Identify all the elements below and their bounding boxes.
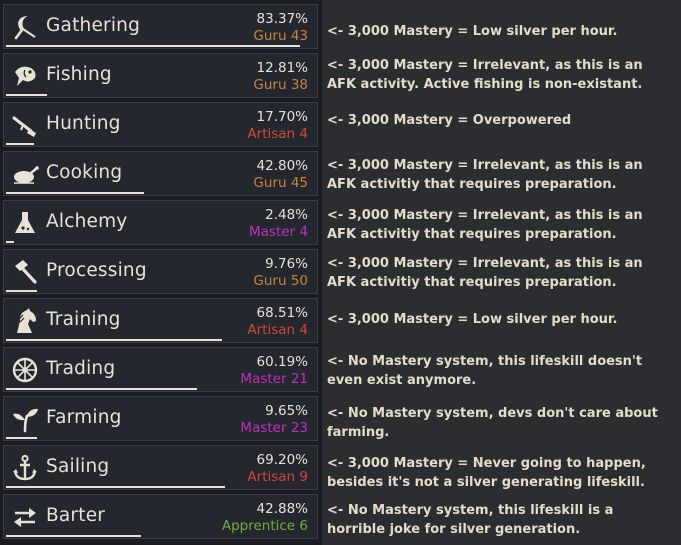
skill-rank: Guru 45 — [253, 175, 308, 191]
skill-name: Farming — [46, 407, 122, 428]
lifeskill-overview: Gathering 83.37% Guru 43 Fishing 12.81% … — [0, 0, 681, 545]
skill-note-farming: <- No Mastery system, devs don't care ab… — [327, 406, 658, 440]
skill-note-barter: <- No Mastery system, this lifeskill is … — [327, 503, 614, 537]
sprout-icon — [11, 405, 39, 433]
skill-progress-bar — [6, 241, 14, 243]
skill-rank: Guru 50 — [253, 273, 308, 289]
skill-progress-bar — [6, 192, 144, 194]
skill-progress-bar — [6, 45, 301, 47]
musket-icon — [11, 111, 39, 139]
skill-row-fishing[interactable]: Fishing 12.81% Guru 38 — [3, 53, 318, 98]
skill-percent: 83.37% — [256, 11, 308, 27]
skill-percent: 42.88% — [256, 501, 308, 517]
skill-rank: Master 23 — [240, 420, 308, 436]
skill-percent: 9.76% — [265, 256, 308, 272]
skill-name: Sailing — [46, 456, 110, 477]
skill-progress-bar — [6, 486, 226, 488]
skill-rank: Guru 43 — [253, 28, 308, 44]
wheel-icon — [11, 356, 39, 384]
skill-rank: Apprentice 6 — [221, 518, 308, 534]
skill-name: Gathering — [46, 15, 141, 36]
skill-row-hunting[interactable]: Hunting 17.70% Artisan 4 — [3, 102, 318, 147]
skill-percent: 9.65% — [265, 403, 308, 419]
skill-rank: Artisan 4 — [247, 126, 308, 142]
exchange-arrows-icon — [11, 503, 39, 531]
skill-note-hunting: <- 3,000 Mastery = Overpowered — [327, 113, 572, 128]
fish-icon — [11, 62, 39, 90]
skill-progress-bar — [6, 437, 38, 439]
hammer-icon — [11, 258, 39, 286]
skill-row-sailing[interactable]: Sailing 69.20% Artisan 9 — [3, 445, 318, 490]
skill-name: Training — [46, 309, 121, 330]
skill-rank: Master 21 — [240, 371, 308, 387]
skill-percent: 42.80% — [256, 158, 308, 174]
skill-percent: 17.70% — [256, 109, 308, 125]
skill-progress-bar — [6, 339, 222, 341]
skill-note-alchemy: <- 3,000 Mastery = Irrelevant, as this i… — [327, 208, 643, 242]
skill-row-cooking[interactable]: Cooking 42.80% Guru 45 — [3, 151, 318, 196]
skill-note-training: <- 3,000 Mastery = Low silver per hour. — [327, 312, 618, 327]
skill-name: Alchemy — [46, 211, 128, 232]
skill-percent: 69.20% — [256, 452, 308, 468]
skill-row-training[interactable]: Training 68.51% Artisan 4 — [3, 298, 318, 343]
skill-note-processing: <- 3,000 Mastery = Irrelevant, as this i… — [327, 256, 643, 290]
skill-row-trading[interactable]: Trading 60.19% Master 21 — [3, 347, 318, 392]
horse-icon — [11, 307, 39, 335]
skill-progress-bar — [6, 94, 47, 96]
skill-rank: Master 4 — [249, 224, 308, 240]
skill-progress-bar — [6, 388, 197, 390]
skill-row-processing[interactable]: Processing 9.76% Guru 50 — [3, 249, 318, 294]
skill-percent: 2.48% — [265, 207, 308, 223]
skill-row-farming[interactable]: Farming 9.65% Master 23 — [3, 396, 318, 441]
skill-percent: 68.51% — [256, 305, 308, 321]
skill-percent: 60.19% — [256, 354, 308, 370]
skill-name: Fishing — [46, 64, 112, 85]
flask-icon — [11, 209, 39, 237]
skill-note-cooking: <- 3,000 Mastery = Irrelevant, as this i… — [327, 158, 643, 192]
skill-row-gathering[interactable]: Gathering 83.37% Guru 43 — [3, 4, 318, 49]
skill-name: Hunting — [46, 113, 121, 134]
skill-name: Cooking — [46, 162, 123, 183]
skill-progress-bar — [6, 290, 38, 292]
skill-note-trading: <- No Mastery system, this lifeskill doe… — [327, 354, 643, 388]
skill-name: Barter — [46, 505, 106, 526]
lifeskill-panel: Gathering 83.37% Guru 43 Fishing 12.81% … — [0, 0, 322, 545]
sickle-icon — [11, 13, 39, 41]
skill-rank: Artisan 4 — [247, 322, 308, 338]
skill-percent: 12.81% — [256, 60, 308, 76]
anchor-icon — [11, 454, 39, 482]
roast-chicken-icon — [11, 160, 39, 188]
skill-row-barter[interactable]: Barter 42.88% Apprentice 6 — [3, 494, 318, 539]
skill-note-sailing: <- 3,000 Mastery = Never going to happen… — [327, 456, 646, 490]
skill-name: Processing — [46, 260, 147, 281]
skill-progress-bar — [6, 535, 141, 537]
skill-rank: Artisan 9 — [247, 469, 308, 485]
skill-row-alchemy[interactable]: Alchemy 2.48% Master 4 — [3, 200, 318, 245]
skill-rank: Guru 38 — [253, 77, 308, 93]
skill-progress-bar — [6, 143, 35, 145]
skill-note-fishing: <- 3,000 Mastery = Irrelevant, as this i… — [327, 58, 643, 92]
skill-note-gathering: <- 3,000 Mastery = Low silver per hour. — [327, 24, 618, 39]
skill-name: Trading — [46, 358, 116, 379]
